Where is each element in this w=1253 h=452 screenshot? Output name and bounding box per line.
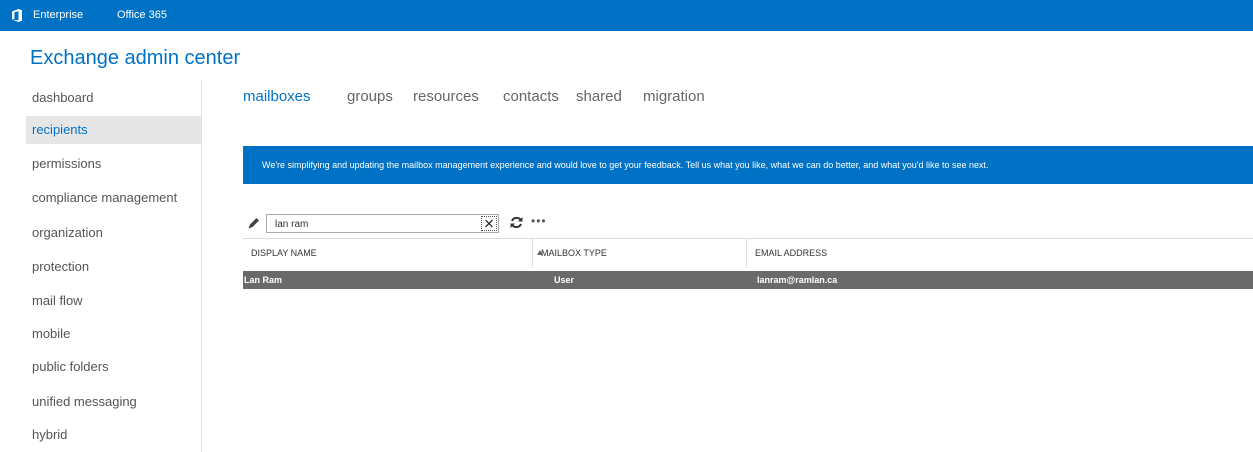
pencil-icon[interactable]: [247, 216, 261, 230]
top-bar: Enterprise Office 365: [0, 0, 1253, 31]
tab-contacts[interactable]: contacts: [503, 86, 559, 108]
tab-migration[interactable]: migration: [643, 86, 705, 108]
sidebar-item-hybrid[interactable]: hybrid: [26, 421, 201, 449]
sidebar-nav: dashboard recipients permissions complia…: [26, 80, 202, 452]
sidebar-item-permissions[interactable]: permissions: [26, 150, 201, 178]
search-box: [266, 214, 499, 233]
search-input[interactable]: [275, 217, 475, 231]
sidebar-item-compliance-management[interactable]: compliance management: [26, 184, 201, 212]
row-mailbox-type: User: [554, 275, 575, 285]
sidebar-item-organization[interactable]: organization: [26, 219, 201, 247]
table-row[interactable]: Lan Ram User lanram@ramlan.ca: [243, 271, 1253, 289]
refresh-icon[interactable]: [509, 215, 524, 230]
app-title: Exchange admin center: [30, 47, 241, 69]
column-mailbox-type[interactable]: MAILBOX TYPE: [532, 239, 746, 267]
column-display-name[interactable]: DISPLAY NAME: [243, 239, 532, 267]
sidebar-item-public-folders[interactable]: public folders: [26, 353, 201, 381]
sidebar-item-dashboard[interactable]: dashboard: [26, 84, 201, 112]
sidebar-item-mail-flow[interactable]: mail flow: [26, 287, 201, 315]
enterprise-link[interactable]: Enterprise: [33, 9, 83, 22]
feedback-banner[interactable]: We're simplifying and updating the mailb…: [243, 146, 1253, 184]
close-icon[interactable]: [481, 216, 497, 231]
row-display-name: Lan Ram: [244, 275, 283, 285]
sidebar-item-mobile[interactable]: mobile: [26, 320, 201, 348]
tab-resources[interactable]: resources: [413, 86, 479, 108]
office-365-link[interactable]: Office 365: [117, 9, 167, 22]
more-options-button[interactable]: •••: [531, 214, 547, 228]
office-logo-icon[interactable]: [11, 9, 23, 22]
tab-shared[interactable]: shared: [576, 86, 622, 108]
grid-header: DISPLAY NAME MAILBOX TYPE EMAIL ADDRESS: [243, 238, 1253, 267]
sidebar-item-recipients[interactable]: recipients: [26, 116, 201, 144]
sidebar-item-protection[interactable]: protection: [26, 253, 201, 281]
column-email-address[interactable]: EMAIL ADDRESS: [746, 239, 1253, 267]
tab-groups[interactable]: groups: [347, 86, 393, 108]
row-email-address: lanram@ramlan.ca: [757, 275, 838, 285]
sidebar-item-unified-messaging[interactable]: unified messaging: [26, 388, 201, 416]
tab-mailboxes[interactable]: mailboxes: [243, 86, 311, 108]
